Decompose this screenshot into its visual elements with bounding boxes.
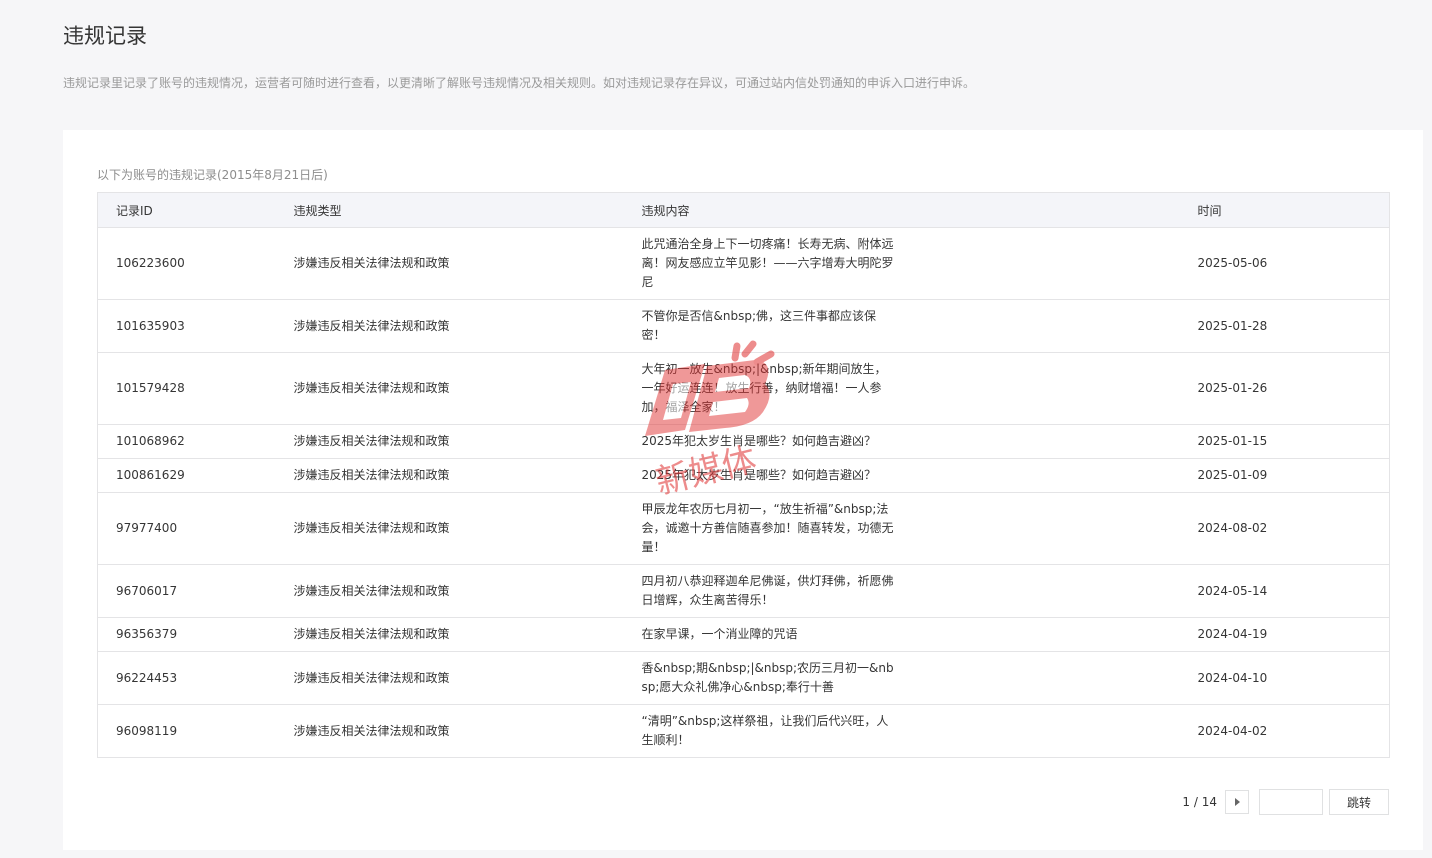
violation-content-cell: 2025年犯太岁生肖是哪些？如何趋吉避凶？ xyxy=(623,458,1180,493)
page-indicator: 1 / 14 xyxy=(1182,795,1217,809)
time-cell: 2025-05-06 xyxy=(1179,227,1390,300)
violation-type-cell: 涉嫌违反相关法律法规和政策 xyxy=(275,564,624,618)
violation-type-cell: 涉嫌违反相关法律法规和政策 xyxy=(275,424,624,459)
violation-content-text: 在家早课，一个消业障的咒语 xyxy=(641,627,798,641)
record-id-cell: 96098119 xyxy=(97,704,276,758)
time-cell: 2024-04-19 xyxy=(1179,617,1390,652)
table-row: 101635903 涉嫌违反相关法律法规和政策 不管你是否信&nbsp;佛，这三件事… xyxy=(97,299,1390,353)
record-id-cell: 100861629 xyxy=(97,458,276,493)
violation-content-text: 2025年犯太岁生肖是哪些？如何趋吉避凶？ xyxy=(641,434,877,448)
violation-type-cell: 涉嫌违反相关法律法规和政策 xyxy=(275,651,624,705)
record-id-cell: 106223600 xyxy=(97,227,276,300)
table-row: 96224453 涉嫌违反相关法律法规和政策 香&nbsp;期&nbsp;|&nbs… xyxy=(97,651,1390,705)
violation-type-cell: 涉嫌违反相关法律法规和政策 xyxy=(275,458,624,493)
record-id-cell: 101635903 xyxy=(97,299,276,353)
pagination: 1 / 14 跳转 xyxy=(1182,789,1389,815)
page-jump-input[interactable] xyxy=(1259,789,1323,815)
page-description: 违规记录里记录了账号的违规情况，运营者可随时进行查看，以更清晰了解账号违规情况及… xyxy=(63,76,976,90)
table-body: 106223600 涉嫌违反相关法律法规和政策 此咒通治全身上下一切疼痛！长寿无病、… xyxy=(97,227,1390,758)
time-cell: 2025-01-26 xyxy=(1179,352,1390,425)
records-note: 以下为账号的违规记录(2015年8月21日后) xyxy=(97,168,328,182)
time-cell: 2024-04-02 xyxy=(1179,704,1390,758)
violation-content-cell: 不管你是否信&nbsp;佛，这三件事都应该保密！ xyxy=(623,299,1180,353)
violation-content-text: 四月初八恭迎释迦牟尼佛诞，供灯拜佛，祈愿佛日增辉，众生离苦得乐！ xyxy=(641,574,894,607)
violation-content-cell: 2025年犯太岁生肖是哪些？如何趋吉避凶？ xyxy=(623,424,1180,459)
chevron-right-icon xyxy=(1234,798,1240,806)
time-cell: 2024-04-10 xyxy=(1179,651,1390,705)
record-id-cell: 97977400 xyxy=(97,492,276,565)
violation-type-cell: 涉嫌违反相关法律法规和政策 xyxy=(275,492,624,565)
table-row: 100861629 涉嫌违反相关法律法规和政策 2025年犯太岁生肖是哪些？如何趋吉… xyxy=(97,458,1390,493)
time-cell: 2025-01-28 xyxy=(1179,299,1390,353)
jump-button[interactable]: 跳转 xyxy=(1329,789,1389,815)
violation-content-text: “清明”&nbsp;这样祭祖，让我们后代兴旺，人生顺利！ xyxy=(641,714,889,747)
violation-type-cell: 涉嫌违反相关法律法规和政策 xyxy=(275,299,624,353)
violation-content-text: 不管你是否信&nbsp;佛，这三件事都应该保密！ xyxy=(641,309,877,342)
violation-type-cell: 涉嫌违反相关法律法规和政策 xyxy=(275,704,624,758)
record-id-cell: 96224453 xyxy=(97,651,276,705)
table-row: 101068962 涉嫌违反相关法律法规和政策 2025年犯太岁生肖是哪些？如何趋吉… xyxy=(97,424,1390,459)
violation-type-cell: 涉嫌违反相关法律法规和政策 xyxy=(275,227,624,300)
time-cell: 2024-05-14 xyxy=(1179,564,1390,618)
header-violation-content: 违规内容 xyxy=(623,192,1180,228)
violation-content-text: 此咒通治全身上下一切疼痛！长寿无病、附体远离！网友感应立竿见影！——六字增寿大明… xyxy=(641,237,894,289)
header-time: 时间 xyxy=(1179,192,1390,228)
violation-records-table: 记录ID 违规类型 违规内容 时间 106223600 涉嫌违反相关法律法规和政策… xyxy=(97,192,1390,758)
violation-type-cell: 涉嫌违反相关法律法规和政策 xyxy=(275,352,624,425)
violation-content-text: 香&nbsp;期&nbsp;|&nbsp;农历三月初一&nbsp;愿大众礼佛净心… xyxy=(641,661,894,694)
record-id-cell: 96706017 xyxy=(97,564,276,618)
violation-content-cell: 甲辰龙年农历七月初一，“放生祈福”&nbsp;法会，诚邀十方善信随喜参加！随喜转… xyxy=(623,492,1180,565)
violation-content-text: 大年初一放生&nbsp;|&nbsp;新年期间放生，一年好运连连！放生行善，纳财… xyxy=(641,362,887,414)
table-row: 101579428 涉嫌违反相关法律法规和政策 大年初一放生&nbsp;|&nbsp… xyxy=(97,352,1390,425)
table-row: 96098119 涉嫌违反相关法律法规和政策 “清明”&nbsp;这样祭祖，让我们后… xyxy=(97,704,1390,758)
page-title: 违规记录 xyxy=(63,24,147,48)
header-record-id: 记录ID xyxy=(97,192,276,228)
table-row: 106223600 涉嫌违反相关法律法规和政策 此咒通治全身上下一切疼痛！长寿无病、… xyxy=(97,227,1390,300)
header-violation-type: 违规类型 xyxy=(275,192,624,228)
violation-content-cell: “清明”&nbsp;这样祭祖，让我们后代兴旺，人生顺利！ xyxy=(623,704,1180,758)
records-card: 以下为账号的违规记录(2015年8月21日后) 记录ID 违规类型 违规内容 时… xyxy=(63,130,1423,850)
table-header-row: 记录ID 违规类型 违规内容 时间 xyxy=(97,192,1390,228)
record-id-cell: 96356379 xyxy=(97,617,276,652)
violation-content-cell: 香&nbsp;期&nbsp;|&nbsp;农历三月初一&nbsp;愿大众礼佛净心… xyxy=(623,651,1180,705)
table-row: 97977400 涉嫌违反相关法律法规和政策 甲辰龙年农历七月初一，“放生祈福”&n… xyxy=(97,492,1390,565)
next-page-button[interactable] xyxy=(1225,790,1249,814)
violation-content-cell: 大年初一放生&nbsp;|&nbsp;新年期间放生，一年好运连连！放生行善，纳财… xyxy=(623,352,1180,425)
record-id-cell: 101068962 xyxy=(97,424,276,459)
table-row: 96706017 涉嫌违反相关法律法规和政策 四月初八恭迎释迦牟尼佛诞，供灯拜佛，祈… xyxy=(97,564,1390,618)
violation-content-cell: 四月初八恭迎释迦牟尼佛诞，供灯拜佛，祈愿佛日增辉，众生离苦得乐！ xyxy=(623,564,1180,618)
violation-type-cell: 涉嫌违反相关法律法规和政策 xyxy=(275,617,624,652)
table-row: 96356379 涉嫌违反相关法律法规和政策 在家早课，一个消业障的咒语 2024-0… xyxy=(97,617,1390,652)
time-cell: 2024-08-02 xyxy=(1179,492,1390,565)
record-id-cell: 101579428 xyxy=(97,352,276,425)
violation-content-cell: 此咒通治全身上下一切疼痛！长寿无病、附体远离！网友感应立竿见影！——六字增寿大明… xyxy=(623,227,1180,300)
violation-content-text: 2025年犯太岁生肖是哪些？如何趋吉避凶？ xyxy=(641,468,877,482)
time-cell: 2025-01-15 xyxy=(1179,424,1390,459)
time-cell: 2025-01-09 xyxy=(1179,458,1390,493)
violation-content-text: 甲辰龙年农历七月初一，“放生祈福”&nbsp;法会，诚邀十方善信随喜参加！随喜转… xyxy=(641,502,894,554)
violation-content-cell: 在家早课，一个消业障的咒语 xyxy=(623,617,1180,652)
